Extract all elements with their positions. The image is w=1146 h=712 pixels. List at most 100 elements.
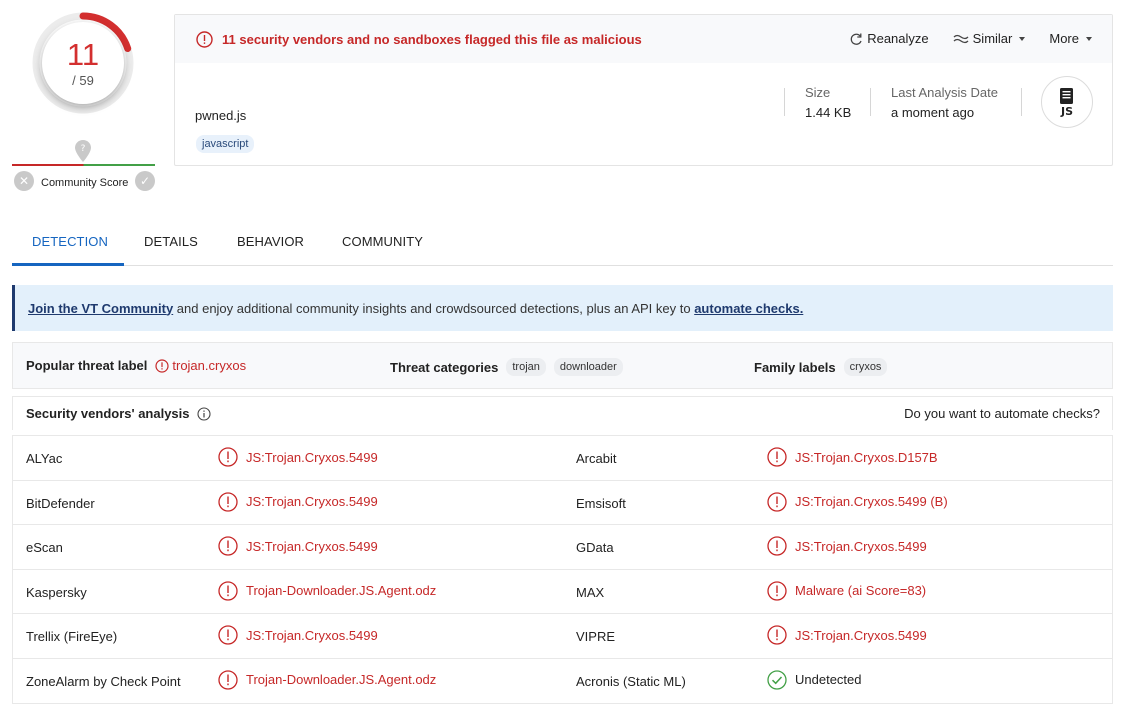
vendor-name: Kaspersky [26, 584, 87, 600]
file-type-tag[interactable]: javascript [196, 135, 255, 153]
family-labels-title: Family labels [754, 359, 836, 375]
info-icon[interactable] [196, 406, 211, 421]
detection-label: JS:Trojan.Cryxos.D157B [795, 449, 938, 465]
vendor-result: Malware (ai Score=83) [767, 580, 927, 601]
vendor-result: JS:Trojan.Cryxos.5499 [218, 491, 378, 512]
vote-harmless-icon[interactable]: ✓ [135, 171, 155, 191]
detection-score-gauge: 11 / 59 [32, 12, 134, 114]
check-circle-icon [767, 669, 787, 690]
vendor-name: MAX [576, 584, 605, 600]
detection-label: JS:Trojan.Cryxos.5499 [795, 627, 927, 643]
vendor-name: ZoneAlarm by Check Point [26, 673, 181, 689]
vendor-name: Emsisoft [576, 495, 626, 511]
automate-checks-link[interactable]: automate checks. [694, 301, 803, 316]
join-community-banner: Join the VT Community and enjoy addition… [12, 285, 1113, 331]
tab-behavior[interactable]: BEHAVIOR [237, 234, 304, 249]
table-row: BitDefender JS:Trojan.Cryxos.5499 Emsisoft… [13, 481, 1112, 525]
file-size: Size 1.44 KB [805, 85, 851, 120]
alert-circle-icon [218, 669, 238, 690]
detection-label: Trojan-Downloader.JS.Agent.odz [246, 583, 437, 598]
detected-count: 11 [66, 36, 100, 72]
divider [784, 88, 785, 116]
size-value: 1.44 KB [805, 105, 852, 120]
vendor-result: JS:Trojan.Cryxos.D157B [767, 447, 938, 467]
similar-label: Similar [972, 31, 1013, 46]
alert-circle-icon [196, 30, 213, 48]
community-score-bar [12, 164, 155, 166]
more-label: More [1049, 31, 1079, 46]
similar-icon [953, 34, 969, 43]
vote-malicious-icon[interactable]: ✕ [14, 171, 34, 191]
family-labels: Family labels cryxos [754, 358, 895, 376]
vendor-result: JS:Trojan.Cryxos.5499 [767, 625, 927, 645]
vendor-name: Acronis (Static ML) [576, 673, 686, 689]
divider [1021, 88, 1022, 116]
detection-label: JS:Trojan.Cryxos.5499 [246, 494, 378, 509]
svg-text:?: ? [81, 144, 86, 154]
detection-label: Undetected [795, 672, 862, 687]
alert-circle-icon [767, 491, 787, 512]
vendor-name: BitDefender [26, 495, 95, 511]
similar-button[interactable]: Similar [953, 31, 1026, 46]
file-summary-card: 11 security vendors and no sandboxes fla… [174, 14, 1113, 166]
vendor-result: JS:Trojan.Cryxos.5499 [218, 536, 378, 556]
vendor-name: ALYac [26, 451, 63, 466]
category-pill[interactable]: downloader [553, 358, 623, 376]
file-name: pwned.js [195, 108, 247, 123]
alert-circle-icon [155, 358, 169, 373]
alert-text: 11 security vendors and no sandboxes fla… [222, 31, 642, 47]
alert-circle-icon [218, 447, 238, 467]
file-actions: Reanalyze Similar More [849, 31, 1092, 46]
table-row: Kaspersky Trojan-Downloader.JS.Agent.odz M… [13, 570, 1112, 614]
community-score-label: Community Score [41, 177, 129, 189]
threat-categories-title: Threat categories [390, 359, 499, 375]
vendor-result: JS:Trojan.Cryxos.5499 [767, 536, 927, 556]
chevron-down-icon [1086, 36, 1092, 41]
family-pill[interactable]: cryxos [843, 358, 888, 376]
vendor-name: GData [576, 540, 614, 555]
last-analysis: Last Analysis Date a moment ago [891, 85, 998, 120]
refresh-icon [850, 33, 862, 45]
alert-circle-icon [218, 491, 238, 512]
join-community-link[interactable]: Join the VT Community [28, 301, 173, 316]
detection-label: JS:Trojan.Cryxos.5499 [795, 538, 927, 554]
alert-circle-icon [767, 447, 787, 467]
vendor-result: Undetected [767, 669, 862, 690]
table-row: ZoneAlarm by Check Point Trojan-Downloade… [13, 659, 1112, 704]
vendor-result: Trojan-Downloader.JS.Agent.odz [218, 669, 436, 690]
alert-circle-icon [218, 625, 238, 645]
popular-threat-value[interactable]: trojan.cryxos [172, 358, 246, 373]
reanalyze-label: Reanalyze [867, 31, 929, 46]
question-pin-icon: ? [75, 140, 91, 162]
detection-label: JS:Trojan.Cryxos.5499 [246, 449, 378, 465]
alert-circle-icon [767, 625, 787, 645]
tab-details[interactable]: DETAILS [144, 234, 198, 249]
alert-circle-icon [767, 580, 787, 601]
chevron-down-icon [1019, 36, 1026, 41]
alert-circle-icon [218, 580, 238, 601]
detection-label: Malware (ai Score=83) [795, 583, 927, 598]
size-label: Size [805, 85, 831, 100]
tab-detection[interactable]: DETECTION [32, 234, 108, 249]
vendor-result: JS:Trojan.Cryxos.5499 (B) [767, 491, 948, 512]
vendors-analysis-title-text: Security vendors' analysis [26, 406, 190, 421]
detection-label: JS:Trojan.Cryxos.5499 (B) [795, 494, 948, 509]
automate-checks-prompt[interactable]: Do you want to automate checks? [904, 406, 1100, 421]
category-pill[interactable]: trojan [506, 358, 546, 376]
tab-community[interactable]: COMMUNITY [342, 234, 423, 249]
popular-threat-label: Popular threat label trojan.cryxos [26, 358, 246, 373]
reanalyze-button[interactable]: Reanalyze [849, 31, 929, 46]
divider [870, 88, 871, 116]
vendor-name: VIPRE [576, 629, 616, 644]
last-analysis-value: a moment ago [891, 105, 975, 120]
vendor-name: Arcabit [576, 451, 617, 466]
vendor-result: JS:Trojan.Cryxos.5499 [218, 625, 378, 645]
alert-circle-icon [767, 536, 787, 556]
detection-label: JS:Trojan.Cryxos.5499 [246, 538, 378, 554]
total-engines: / 59 [72, 72, 94, 88]
more-button[interactable]: More [1049, 31, 1092, 46]
join-banner-text: and enjoy additional community insights … [173, 300, 695, 316]
detection-label: JS:Trojan.Cryxos.5499 [246, 627, 378, 643]
js-file-icon: JS [1041, 76, 1093, 128]
last-analysis-label: Last Analysis Date [891, 85, 998, 100]
